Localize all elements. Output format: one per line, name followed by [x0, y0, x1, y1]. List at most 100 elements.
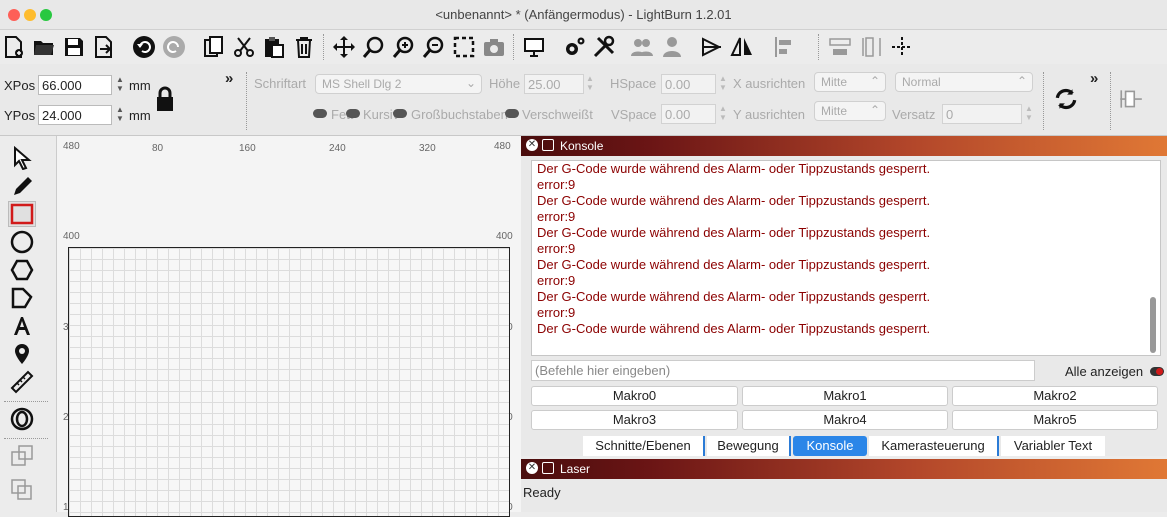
tools-icon[interactable]: [590, 33, 618, 61]
design-canvas[interactable]: 480 80 160 240 320 480 400 320 240 160 4…: [57, 136, 521, 517]
y-ausrichten-select[interactable]: Mitte ⌃: [814, 101, 886, 121]
move-icon[interactable]: [330, 33, 358, 61]
rectangle-icon[interactable]: [8, 201, 36, 227]
makro2-button[interactable]: Makro2: [952, 386, 1158, 406]
hoehe-input[interactable]: [524, 74, 584, 94]
console-log[interactable]: Der G-Code wurde während des Alarm- oder…: [531, 160, 1161, 356]
offset-icon[interactable]: [8, 406, 36, 432]
command-input[interactable]: (Befehle hier eingeben): [531, 360, 1035, 381]
save-icon[interactable]: [60, 33, 88, 61]
close-console-button[interactable]: ✕: [526, 139, 538, 151]
mirror-vertical-icon[interactable]: [728, 33, 756, 61]
mirror-horizontal-icon[interactable]: [698, 33, 726, 61]
group-icon[interactable]: [628, 33, 656, 61]
show-all-toggle[interactable]: [1150, 367, 1164, 376]
boolean-union-icon[interactable]: [8, 477, 36, 503]
zoom-out-icon[interactable]: [420, 33, 448, 61]
float-laser-button[interactable]: [542, 462, 554, 474]
import-icon[interactable]: [90, 33, 118, 61]
new-file-icon[interactable]: [0, 33, 28, 61]
tab-konsole[interactable]: Konsole: [793, 436, 867, 456]
tab-variabler-text[interactable]: Variabler Text: [1001, 436, 1105, 456]
crosshair-icon[interactable]: [888, 33, 916, 61]
hspace-stepper[interactable]: ▲ ▼: [718, 74, 728, 94]
delete-icon[interactable]: [290, 33, 318, 61]
measure-ruler-icon[interactable]: [8, 369, 36, 395]
polygon-icon[interactable]: [8, 257, 36, 283]
hoehe-stepper[interactable]: ▲ ▼: [585, 74, 595, 94]
propbar-separator: [1043, 72, 1045, 130]
schriftart-select[interactable]: MS Shell Dlg 2 ⌄: [315, 74, 482, 94]
log-line: error:9: [537, 209, 576, 224]
redo-icon[interactable]: [160, 33, 188, 61]
position-pin-icon[interactable]: [8, 341, 36, 367]
kursiv-toggle[interactable]: [346, 109, 360, 118]
schriftart-label: Schriftart: [254, 76, 307, 91]
zoom-in-icon[interactable]: [390, 33, 418, 61]
ypos-label: YPos: [4, 108, 36, 123]
align-icon[interactable]: [770, 33, 798, 61]
fett-toggle[interactable]: [313, 109, 327, 118]
makro0-button[interactable]: Makro0: [531, 386, 738, 406]
dock-icon[interactable]: [858, 33, 886, 61]
float-console-button[interactable]: [542, 139, 554, 151]
ypos-stepper[interactable]: ▲ ▼: [115, 105, 125, 125]
refresh-icon[interactable]: [1053, 86, 1079, 115]
grossbuchstaben-toggle[interactable]: [393, 109, 407, 118]
work-area-grid[interactable]: [68, 247, 510, 517]
position-more-button[interactable]: »: [225, 70, 233, 87]
open-folder-icon[interactable]: [30, 33, 58, 61]
pentagon-icon[interactable]: [8, 285, 36, 311]
ellipse-icon[interactable]: [8, 229, 36, 255]
makro5-button[interactable]: Makro5: [952, 410, 1158, 430]
log-line: Der G-Code wurde während des Alarm- oder…: [537, 289, 931, 304]
user-icon[interactable]: [658, 33, 686, 61]
laser-status: Ready: [523, 485, 561, 500]
xpos-stepper[interactable]: ▲ ▼: [115, 75, 125, 95]
camera-icon[interactable]: [480, 33, 508, 61]
verschweisst-toggle[interactable]: [505, 109, 519, 118]
copy-icon[interactable]: [200, 33, 228, 61]
zoom-selection-icon[interactable]: [360, 33, 388, 61]
align-center-icon[interactable]: [1118, 86, 1144, 115]
tab-kamerasteuerung[interactable]: Kamerasteuerung: [869, 436, 999, 456]
settings-gear-icon[interactable]: [560, 33, 588, 61]
log-line: error:9: [537, 305, 576, 320]
toolbar-separator: [323, 34, 325, 60]
cut-icon[interactable]: [230, 33, 258, 61]
text-tool-icon[interactable]: [8, 313, 36, 339]
log-line: error:9: [537, 177, 576, 192]
versatz-stepper[interactable]: ▲ ▼: [1024, 104, 1034, 124]
tool-separator: [4, 438, 48, 439]
makro4-button[interactable]: Makro4: [742, 410, 948, 430]
log-line: Der G-Code wurde während des Alarm- oder…: [537, 257, 931, 272]
pencil-icon[interactable]: [8, 173, 36, 199]
font-more-button[interactable]: »: [1090, 70, 1098, 87]
tab-schnitte-ebenen[interactable]: Schnitte/Ebenen: [583, 436, 705, 456]
versatz-input[interactable]: [942, 104, 1022, 124]
style-select[interactable]: Normal ⌃: [895, 72, 1033, 92]
tool-separator: [4, 401, 48, 402]
tab-bewegung[interactable]: Bewegung: [707, 436, 791, 456]
lock-icon[interactable]: [155, 86, 175, 115]
console-scrollbar[interactable]: [1150, 297, 1156, 353]
paste-icon[interactable]: [260, 33, 288, 61]
vspace-stepper[interactable]: ▲ ▼: [718, 104, 728, 124]
ruler-top-label: 160: [239, 143, 256, 154]
weld-icon[interactable]: [8, 443, 36, 469]
ruler-top-label: 480: [63, 141, 80, 152]
undo-icon[interactable]: [130, 33, 158, 61]
close-laser-button[interactable]: ✕: [526, 462, 538, 474]
dock-tabs: Schnitte/Ebenen Bewegung Konsole Kameras…: [521, 436, 1167, 458]
xpos-input[interactable]: [38, 75, 112, 95]
x-ausrichten-select[interactable]: Mitte ⌃: [814, 72, 886, 92]
monitor-icon[interactable]: [520, 33, 548, 61]
makro1-button[interactable]: Makro1: [742, 386, 948, 406]
ypos-input[interactable]: [38, 105, 112, 125]
frame-select-icon[interactable]: [450, 33, 478, 61]
distribute-icon[interactable]: [826, 33, 854, 61]
vspace-input[interactable]: [661, 104, 716, 124]
select-arrow-icon[interactable]: [8, 145, 36, 171]
hspace-input[interactable]: [661, 74, 716, 94]
makro3-button[interactable]: Makro3: [531, 410, 738, 430]
